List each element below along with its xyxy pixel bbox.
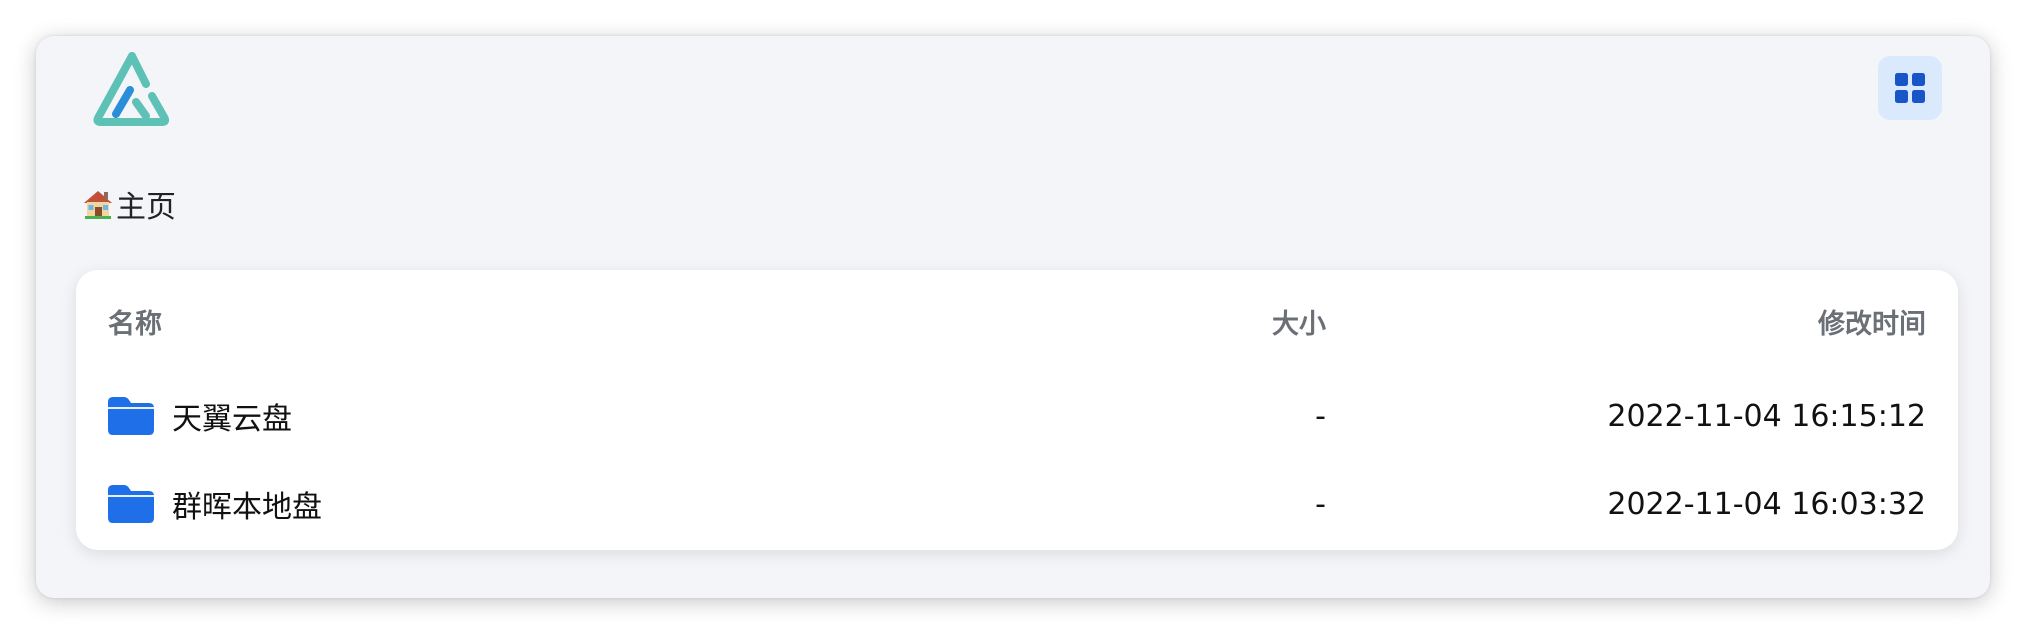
app-window: 主页 名称 大小 修改时间 天翼云盘 - 2022-11-04 16:15:12 — [36, 36, 1990, 598]
file-list-header: 名称 大小 修改时间 — [76, 270, 1958, 366]
row-name: 天翼云盘 — [172, 402, 292, 437]
alist-logo-icon[interactable] — [90, 50, 174, 126]
folder-icon — [108, 397, 154, 435]
grid-icon — [1895, 73, 1925, 103]
row-name: 群晖本地盘 — [172, 490, 322, 525]
folder-icon — [108, 485, 154, 523]
breadcrumb-home-label: 主页 — [116, 190, 176, 225]
row-name-cell: 天翼云盘 — [108, 372, 292, 460]
view-toggle-button[interactable] — [1878, 56, 1942, 120]
row-name-cell: 群晖本地盘 — [108, 460, 322, 548]
row-size: - — [1315, 398, 1326, 434]
table-row[interactable]: 群晖本地盘 - 2022-11-04 16:03:32 — [76, 460, 1958, 548]
row-modified: 2022-11-04 16:15:12 — [1607, 398, 1926, 434]
file-list: 名称 大小 修改时间 天翼云盘 - 2022-11-04 16:15:12 群晖… — [76, 270, 1958, 550]
header-size[interactable]: 大小 — [1272, 302, 1326, 341]
table-row[interactable]: 天翼云盘 - 2022-11-04 16:15:12 — [76, 372, 1958, 460]
row-modified: 2022-11-04 16:03:32 — [1607, 486, 1926, 522]
header-modified[interactable]: 修改时间 — [1818, 302, 1926, 341]
house-icon — [82, 188, 114, 220]
breadcrumb[interactable]: 主页 — [82, 184, 176, 225]
header-name[interactable]: 名称 — [108, 302, 162, 341]
row-size: - — [1315, 486, 1326, 522]
